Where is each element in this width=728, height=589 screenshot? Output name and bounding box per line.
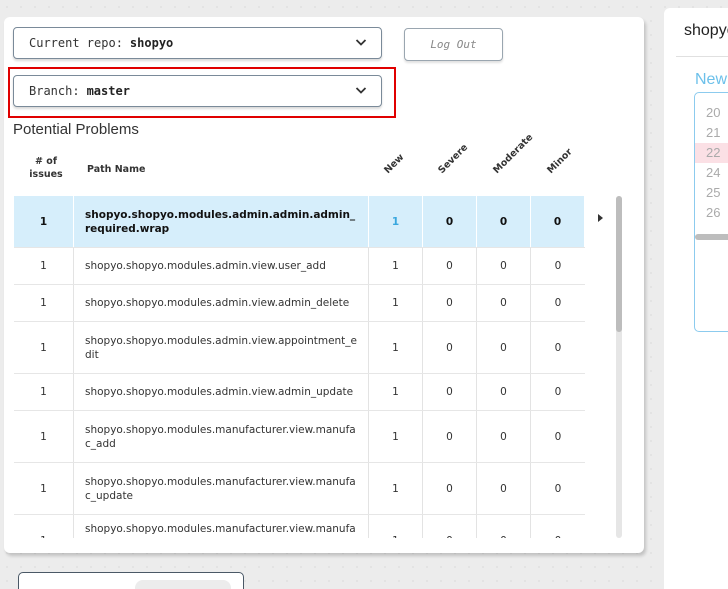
cell-moderate: 0 (477, 411, 531, 462)
cell-minor: 0 (531, 515, 585, 539)
cell-new: 1 (369, 411, 423, 462)
table-row[interactable]: 1 shopyo.shopyo.modules.manufacturer.vie… (14, 410, 585, 462)
cell-path: shopyo.shopyo.modules.admin.view.admin_u… (74, 374, 369, 410)
calendar-day[interactable]: 22 (695, 143, 728, 163)
cell-moderate: 0 (477, 322, 531, 373)
table-row[interactable]: 1 shopyo.shopyo.modules.manufacturer.vie… (14, 514, 585, 538)
calendar-day[interactable]: 20 (695, 103, 728, 123)
cell-severe: 0 (423, 515, 477, 538)
cell-new: 1 (369, 285, 423, 321)
cell-minor: 0 (554, 430, 562, 443)
repo-select-value: shopyo (129, 36, 174, 50)
calendar-scrollbar[interactable] (695, 234, 728, 240)
cell-new: 1 (369, 196, 423, 247)
table-row[interactable]: 1 shopyo.shopyo.modules.admin.view.user_… (14, 247, 585, 284)
cell-issues: 1 (14, 463, 74, 514)
cell-issues: 1 (14, 515, 74, 538)
table-row[interactable]: 1 shopyo.shopyo.modules.admin.admin.admi… (14, 196, 585, 247)
table-row[interactable]: 1 shopyo.shopyo.modules.admin.view.admin… (14, 373, 585, 410)
cell-new: 1 (369, 463, 423, 514)
cell-minor: 0 (554, 260, 562, 272)
cell-moderate: 0 (477, 463, 531, 514)
cell-severe: 0 (423, 463, 477, 514)
cell-new: 1 (369, 374, 423, 410)
cell-moderate: 0 (477, 196, 531, 247)
right-panel-title: shopyo (684, 22, 728, 39)
bottom-button[interactable] (135, 580, 231, 589)
chevron-down-icon (355, 39, 367, 46)
cell-new: 1 (369, 515, 423, 538)
logout-button[interactable]: Log Out (404, 28, 503, 61)
cell-path: shopyo.shopyo.modules.admin.view.appoint… (74, 322, 369, 373)
play-icon[interactable] (598, 214, 603, 222)
cell-minor: 0 (554, 297, 562, 309)
table-row[interactable]: 1 shopyo.shopyo.modules.admin.view.appoi… (14, 321, 585, 373)
column-header-path: Path Name (87, 164, 146, 175)
cell-minor: 0 (554, 386, 562, 398)
cell-severe: 0 (423, 248, 477, 284)
cell-severe: 0 (423, 196, 477, 247)
cell-path: shopyo.shopyo.modules.manufacturer.view.… (74, 411, 369, 462)
cell-issues: 1 (14, 322, 74, 373)
divider (676, 56, 728, 57)
table-row[interactable]: 1 shopyo.shopyo.modules.admin.view.admin… (14, 284, 585, 321)
cell-minor: 0 (554, 482, 562, 495)
cell-issues: 1 (14, 248, 74, 284)
cell-path: shopyo.shopyo.modules.admin.view.user_ad… (74, 248, 369, 284)
scrollbar-thumb[interactable] (616, 196, 622, 332)
cell-moderate: 0 (477, 248, 531, 284)
new-label: New (695, 71, 728, 88)
cell-severe: 0 (423, 322, 477, 373)
calendar-day[interactable]: 26 (695, 203, 728, 223)
problems-table: 1 shopyo.shopyo.modules.admin.admin.admi… (14, 196, 585, 538)
cell-path: shopyo.shopyo.modules.manufacturer.view.… (74, 515, 369, 538)
cell-minor: 0 (531, 196, 585, 247)
cell-severe: 0 (423, 411, 477, 462)
table-scrollbar[interactable] (616, 196, 622, 538)
calendar[interactable]: 20 21 22 24 25 26 (694, 92, 728, 332)
cell-path: shopyo.shopyo.modules.manufacturer.view.… (74, 463, 369, 514)
cell-path: shopyo.shopyo.modules.admin.view.admin_d… (74, 285, 369, 321)
cell-issues: 1 (14, 285, 74, 321)
calendar-day[interactable]: 24 (695, 163, 728, 183)
cell-moderate: 0 (477, 374, 531, 410)
calendar-day[interactable]: 21 (695, 123, 728, 143)
cell-issues: 1 (14, 374, 74, 410)
repo-select-prefix: Current repo: (29, 36, 123, 50)
cell-path: shopyo.shopyo.modules.admin.admin.admin_… (74, 196, 369, 247)
cell-issues: 1 (14, 411, 74, 462)
cell-severe: 0 (423, 374, 477, 410)
cell-moderate: 0 (477, 285, 531, 321)
branch-highlight-box (8, 67, 396, 118)
cell-severe: 0 (423, 285, 477, 321)
cell-new: 1 (369, 248, 423, 284)
column-header-issues: # of issues (29, 156, 63, 180)
cell-issues: 1 (14, 196, 74, 247)
repo-select[interactable]: Current repo: shopyo (13, 27, 382, 59)
calendar-day[interactable]: 25 (695, 183, 728, 203)
section-title: Potential Problems (13, 121, 139, 138)
cell-moderate: 0 (477, 515, 531, 538)
table-row[interactable]: 1 shopyo.shopyo.modules.manufacturer.vie… (14, 462, 585, 514)
cell-minor: 0 (554, 341, 562, 354)
cell-new: 1 (369, 322, 423, 373)
